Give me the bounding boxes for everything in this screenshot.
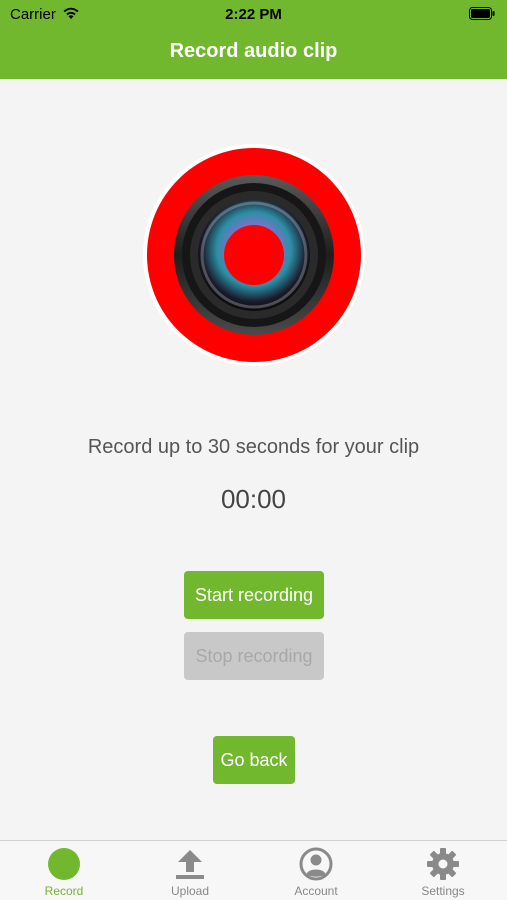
record-dot-icon bbox=[48, 848, 80, 880]
tab-bar: Record Upload Account Settings bbox=[0, 840, 507, 900]
tab-label: Account bbox=[294, 884, 338, 898]
gear-icon bbox=[427, 848, 459, 880]
tab-label: Upload bbox=[170, 884, 210, 898]
tab-settings[interactable]: Settings bbox=[393, 841, 493, 900]
page-title: Record audio clip bbox=[169, 40, 338, 62]
account-icon bbox=[299, 847, 333, 881]
instruction-text: Record up to 30 seconds for your clip bbox=[87, 436, 420, 458]
header-bar: Carrier 2:22 PM Record audio clip bbox=[0, 0, 507, 79]
status-bar: Carrier 2:22 PM bbox=[0, 0, 507, 28]
battery-icon bbox=[469, 7, 495, 20]
stop-recording-button[interactable]: Stop recording bbox=[184, 632, 324, 680]
start-recording-button[interactable]: Start recording bbox=[184, 571, 324, 619]
tab-upload[interactable]: Upload bbox=[140, 841, 240, 900]
upload-icon bbox=[176, 850, 204, 879]
tab-label: Settings bbox=[421, 884, 465, 898]
timer-display: 00:00 bbox=[220, 484, 287, 514]
tab-account[interactable]: Account bbox=[266, 841, 366, 900]
tab-label: Record bbox=[44, 884, 84, 898]
go-back-button[interactable]: Go back bbox=[213, 736, 295, 784]
tab-record[interactable]: Record bbox=[14, 841, 114, 900]
status-time: 2:22 PM bbox=[225, 6, 282, 23]
record-microphone-icon[interactable] bbox=[142, 143, 366, 367]
